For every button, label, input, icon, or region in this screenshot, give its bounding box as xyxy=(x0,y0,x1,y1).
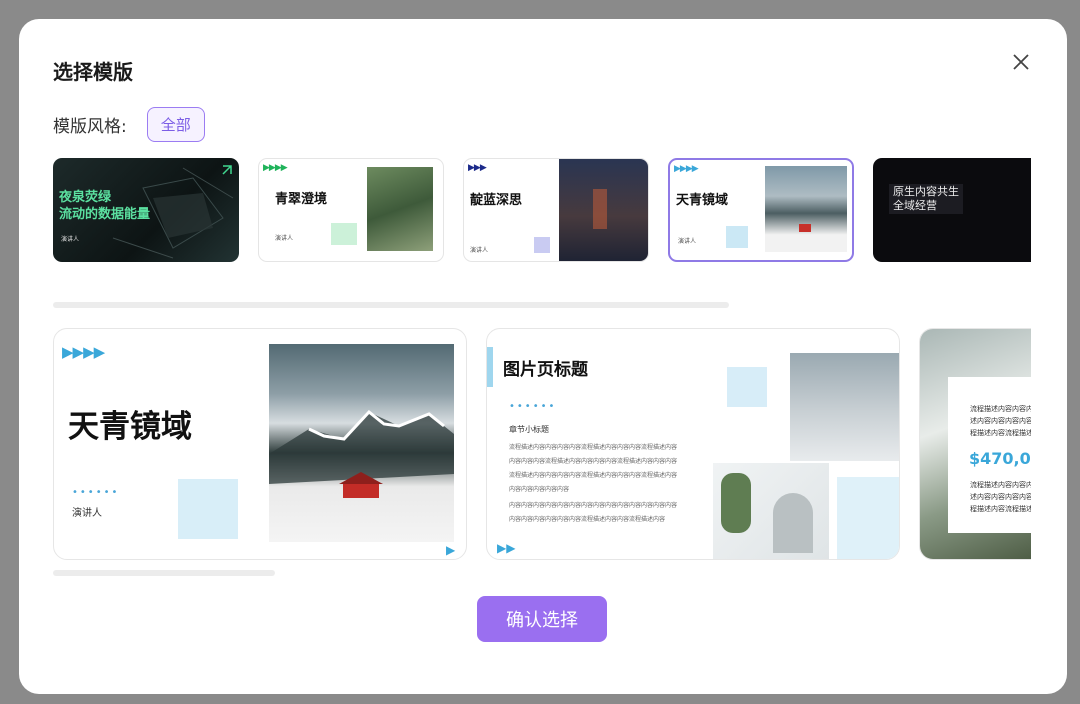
accent-bar xyxy=(487,347,493,387)
thumb-title-line2: 流动的数据能量 xyxy=(59,207,151,222)
thumb-title: 青翠澄境 xyxy=(275,192,328,207)
slides-scrollbar[interactable] xyxy=(53,570,275,576)
style-chip-all[interactable]: 全部 xyxy=(146,107,205,142)
body-line: 内容内容内容内容内容 xyxy=(509,486,570,493)
template-thumb-native-content[interactable]: 原生内容共生 全域经营 xyxy=(873,158,1031,262)
slide-preview-strip: ▶▶▶▶ 天青镜域 •••••• 演讲人 ▶ 图片页标题 •••••• 章节小标… xyxy=(53,328,1031,562)
thumbnail-scrollbar[interactable] xyxy=(53,302,729,308)
sand-dune-image xyxy=(790,353,899,461)
desc-line: 流程描述内容内容内 xyxy=(970,481,1031,489)
greenhouse-image xyxy=(367,167,433,251)
body-line: 内容内容内容内容内容内容流程描述内容内容流程描述内容 xyxy=(509,516,666,523)
slide-preview-cover: ▶▶▶▶ 天青镜域 •••••• 演讲人 ▶ xyxy=(53,328,467,560)
slide-preview-image-page: 图片页标题 •••••• 章节小标题 流程描述内容内容内容内容流程描述内容内容内… xyxy=(486,328,900,560)
thumb-title-line1: 夜泉荧绿 xyxy=(59,190,112,205)
slide-presenter: 演讲人 xyxy=(72,508,102,519)
body-line: 流程描述内容内容内容内容流程描述内容内容内容流程描述内容 xyxy=(509,444,678,451)
slide-preview-data-page: 流程描述内容内容内 述内容内容内容内容 程描述内容流程描述内 $470,00 流… xyxy=(919,328,1031,560)
decor-block xyxy=(534,237,550,253)
template-dialog: 选择模版 模版风格: 全部 夜泉荧绿 流动的数据能量 演讲人 ▶▶▶▶ 青翠澄境 xyxy=(19,19,1067,694)
arrow-icons: ▶▶▶▶ xyxy=(263,163,288,173)
arrow-icon: ▶▶ xyxy=(497,541,516,555)
decor-block xyxy=(837,477,899,559)
style-label: 模版风格: xyxy=(53,117,127,137)
template-thumb-sky-mirror[interactable]: ▶▶▶▶ 天青镜域 演讲人 xyxy=(668,158,854,262)
arrow-icons: ▶▶▶▶ xyxy=(62,343,105,361)
decor-block xyxy=(178,479,238,539)
snow-mountain-image xyxy=(269,344,454,542)
slide-title: 图片页标题 xyxy=(503,360,588,380)
desc-line: 程描述内容流程描述内 xyxy=(970,429,1031,437)
desc-line: 述内容内容内容内容 xyxy=(970,417,1031,425)
value-figure: $470,00 xyxy=(969,449,1031,468)
template-thumb-green-mirror[interactable]: ▶▶▶▶ 青翠澄境 演讲人 xyxy=(258,158,444,262)
desc-line: 流程描述内容内容内 xyxy=(970,405,1031,413)
desc-line: 程描述内容流程描述内 xyxy=(970,505,1031,513)
style-filter-row: 模版风格: 全部 xyxy=(53,107,205,142)
thumb-presenter: 演讲人 xyxy=(61,236,80,243)
thumb-presenter: 演讲人 xyxy=(678,238,697,245)
thumb-presenter: 演讲人 xyxy=(470,247,489,254)
confirm-button[interactable]: 确认选择 xyxy=(477,596,607,642)
dotted-line: •••••• xyxy=(72,487,120,498)
dotted-line: •••••• xyxy=(509,401,557,412)
white-arch-image xyxy=(713,463,829,559)
thumb-title-line2: 全域经营 xyxy=(893,199,937,212)
arrow-icon: ▶ xyxy=(446,543,456,557)
section-subtitle: 章节小标题 xyxy=(509,425,549,434)
arrow-icons: ▶▶▶ xyxy=(468,163,487,173)
body-line: 内容内容内容流程描述内容内容内容内容流程描述内容内容内容 xyxy=(509,458,678,465)
decor-block xyxy=(331,223,357,245)
thumb-title: 靛蓝深思 xyxy=(470,193,523,208)
arrow-icons: ▶▶▶▶ xyxy=(674,164,699,174)
body-line: 流程描述内容内容内容内容流程描述内容内容内容流程描述内容 xyxy=(509,472,678,479)
thumb-title-line1: 原生内容共生 xyxy=(893,185,959,198)
template-thumbnail-strip: 夜泉荧绿 流动的数据能量 演讲人 ▶▶▶▶ 青翠澄境 演讲人 ▶▶▶ 靛蓝深思 … xyxy=(53,158,1031,264)
dialog-title: 选择模版 xyxy=(53,60,133,84)
body-line: 内容内容内容内容内容内容内容内容内容内容内容内容内容内容 xyxy=(509,502,678,509)
city-street-image xyxy=(559,159,648,261)
thumb-presenter: 演讲人 xyxy=(275,235,294,242)
template-thumb-night-green[interactable]: 夜泉荧绿 流动的数据能量 演讲人 xyxy=(53,158,239,262)
template-thumb-indigo[interactable]: ▶▶▶ 靛蓝深思 演讲人 xyxy=(463,158,649,262)
slide-title: 天青镜域 xyxy=(68,409,192,445)
close-icon[interactable] xyxy=(1009,50,1033,74)
info-card: 流程描述内容内容内 述内容内容内容内容 程描述内容流程描述内 $470,00 流… xyxy=(948,377,1031,533)
body-text: 流程描述内容内容内容内容流程描述内容内容内容流程描述内容 内容内容内容流程描述内… xyxy=(509,441,709,527)
decor-block xyxy=(727,367,767,407)
decor-block xyxy=(726,226,748,248)
snow-mountain-image xyxy=(765,166,847,252)
desc-line: 述内容内容内容内容 xyxy=(970,493,1031,501)
thumb-title: 天青镜域 xyxy=(676,193,729,208)
